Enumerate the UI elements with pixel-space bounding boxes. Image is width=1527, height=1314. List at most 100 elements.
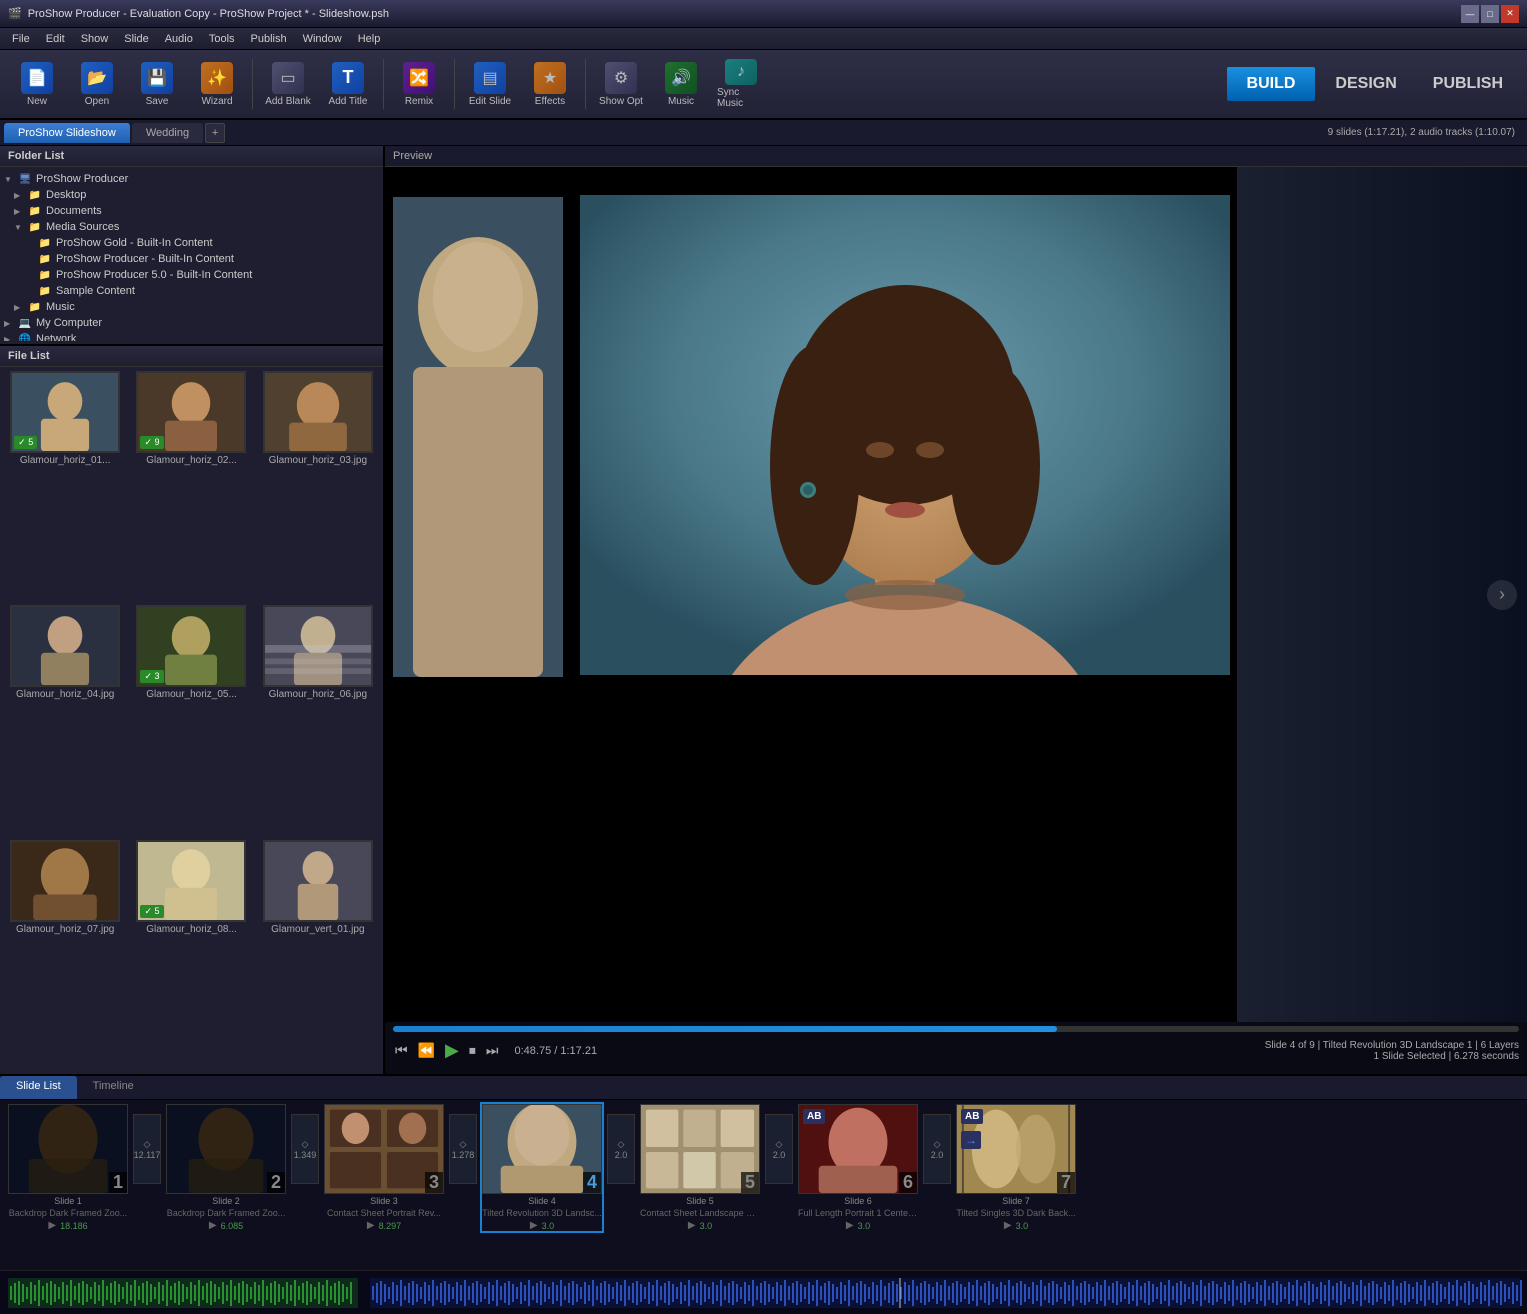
- thumb-img-03: [263, 371, 373, 453]
- spacer: ▶: [24, 239, 34, 248]
- slide-duration-4: 3.0: [542, 1221, 555, 1231]
- slide-play-icon-1[interactable]: ▶: [48, 1220, 56, 1231]
- slide-thumb-1[interactable]: 1 Slide 1 Backdrop Dark Framed Zoo... ▶ …: [8, 1104, 128, 1231]
- btn-skip-forward[interactable]: ⏭: [484, 1040, 501, 1061]
- progress-bar-fill: [393, 1026, 1057, 1032]
- slide-thumb-3[interactable]: 3 Slide 3 Contact Sheet Portrait Rev... …: [324, 1104, 444, 1231]
- thumb-img-07: [10, 840, 120, 922]
- tree-label: Music: [46, 301, 75, 313]
- menu-edit[interactable]: Edit: [38, 31, 73, 47]
- slide-transition-2-3: ◇ 1.349: [290, 1104, 320, 1194]
- slide-thumb-6[interactable]: AB 6 Slide 6 Full Length Portrait 1 Cent…: [798, 1104, 918, 1231]
- menu-window[interactable]: Window: [295, 31, 350, 47]
- minimize-button[interactable]: —: [1461, 5, 1479, 23]
- slide-thumb-4[interactable]: 4 Slide 4 Tilted Revolution 3D Landsc...…: [482, 1104, 602, 1231]
- btn-play[interactable]: ▶: [443, 1038, 461, 1063]
- tree-producer-content[interactable]: ▶ 📁 ProShow Producer - Built-In Content: [4, 251, 379, 267]
- transition-duration: 2.0: [931, 1150, 944, 1160]
- toolbar-edit-slide-label: Edit Slide: [469, 96, 511, 107]
- slide-num-4: 4: [583, 1172, 601, 1193]
- slide-label-1: Slide 1: [8, 1196, 128, 1206]
- slide-play-icon-6[interactable]: ▶: [846, 1220, 854, 1231]
- close-button[interactable]: ✕: [1501, 5, 1519, 23]
- progress-bar[interactable]: [393, 1026, 1519, 1032]
- publish-button[interactable]: PUBLISH: [1417, 67, 1519, 101]
- tree-documents[interactable]: ▶ 📁 Documents: [4, 203, 379, 219]
- build-button[interactable]: BUILD: [1227, 67, 1316, 101]
- menu-audio[interactable]: Audio: [157, 31, 201, 47]
- tree-network[interactable]: ▶ 🌐 Network: [4, 331, 379, 341]
- file-thumb-03[interactable]: Glamour_horiz_03.jpg: [257, 371, 379, 601]
- toolbar-music[interactable]: 🔊 Music: [652, 54, 710, 114]
- menu-publish[interactable]: Publish: [243, 31, 295, 47]
- menu-slide[interactable]: Slide: [116, 31, 156, 47]
- tree-proshow-producer[interactable]: ▼ 🖥 ProShow Producer: [4, 171, 379, 187]
- slide-play-icon-2[interactable]: ▶: [209, 1220, 217, 1231]
- tree-producer50-content[interactable]: ▶ 📁 ProShow Producer 5.0 - Built-In Cont…: [4, 267, 379, 283]
- slide-sublabel-1: Backdrop Dark Framed Zoo...: [8, 1208, 128, 1218]
- file-thumb-vert01[interactable]: Glamour_vert_01.jpg: [257, 840, 379, 1070]
- slide-sublabel-3: Contact Sheet Portrait Rev...: [324, 1208, 444, 1218]
- tab-proshow-slideshow[interactable]: ProShow Slideshow: [4, 123, 130, 143]
- maximize-button[interactable]: □: [1481, 5, 1499, 23]
- file-thumb-04[interactable]: Glamour_horiz_04.jpg: [4, 605, 126, 835]
- menu-file[interactable]: File: [4, 31, 38, 47]
- menu-tools[interactable]: Tools: [201, 31, 243, 47]
- file-thumb-02[interactable]: ✓ 9 Glamour_horiz_02...: [130, 371, 252, 601]
- menu-help[interactable]: Help: [350, 31, 389, 47]
- slide-transition-3-4: ◇ 1.278: [448, 1104, 478, 1194]
- slide-play-icon-5[interactable]: ▶: [688, 1220, 696, 1231]
- toolbar-add-title[interactable]: T Add Title: [319, 54, 377, 114]
- tree-music[interactable]: ▶ 📁 Music: [4, 299, 379, 315]
- tab-wedding[interactable]: Wedding: [132, 123, 203, 143]
- slide-thumb-5[interactable]: 5 Slide 5 Contact Sheet Landscape Li... …: [640, 1104, 760, 1231]
- slide-ab-badge-7: AB: [961, 1109, 983, 1124]
- toolbar: 📄 New 📂 Open 💾 Save ✨ Wizard ▭ Add Blank…: [0, 50, 1527, 120]
- toolbar-effects[interactable]: ★ Effects: [521, 54, 579, 114]
- design-button[interactable]: DESIGN: [1319, 67, 1412, 101]
- folder-tree[interactable]: ▼ 🖥 ProShow Producer ▶ 📁 Desktop ▶ 📁 Doc…: [0, 167, 383, 341]
- tree-media-sources[interactable]: ▼ 📁 Media Sources: [4, 219, 379, 235]
- slide-play-icon-7[interactable]: ▶: [1004, 1220, 1012, 1231]
- toolbar-add-blank[interactable]: ▭ Add Blank: [259, 54, 317, 114]
- tree-label: Sample Content: [56, 285, 135, 297]
- thumb-portrait-07: [12, 840, 118, 922]
- tree-mycomputer[interactable]: ▶ 💻 My Computer: [4, 315, 379, 331]
- btn-stop[interactable]: ⏹: [467, 1040, 478, 1061]
- toolbar-show-opt[interactable]: ⚙ Show Opt: [592, 54, 650, 114]
- tab-add-button[interactable]: +: [205, 123, 225, 143]
- tree-gold-content[interactable]: ▶ 📁 ProShow Gold - Built-In Content: [4, 235, 379, 251]
- btn-step-back[interactable]: ⏪: [416, 1040, 437, 1061]
- toolbar-edit-slide[interactable]: ▤ Edit Slide: [461, 54, 519, 114]
- slide-thumb-7[interactable]: AB → 7 Slide 7 Tilted Singles 3D Dark Ba…: [956, 1104, 1076, 1231]
- file-thumb-07[interactable]: Glamour_horiz_07.jpg: [4, 840, 126, 1070]
- btn-skip-back[interactable]: ⏮: [393, 1040, 410, 1061]
- slides-strip[interactable]: 1 Slide 1 Backdrop Dark Framed Zoo... ▶ …: [0, 1100, 1527, 1270]
- slide-thumb-2[interactable]: 2 Slide 2 Backdrop Dark Framed Zoo... ▶ …: [166, 1104, 286, 1231]
- toolbar-remix[interactable]: 🔀 Remix: [390, 54, 448, 114]
- toolbar-wizard[interactable]: ✨ Wizard: [188, 54, 246, 114]
- menu-show[interactable]: Show: [73, 31, 117, 47]
- tab-slide-list[interactable]: Slide List: [0, 1076, 77, 1099]
- toolbar-new[interactable]: 📄 New: [8, 54, 66, 114]
- folder-gold-icon: 📁: [38, 252, 52, 266]
- app-title: 🎬 ProShow Producer - Evaluation Copy - P…: [8, 7, 389, 20]
- waveform-blue: [370, 1278, 1522, 1308]
- slide-play-icon-4[interactable]: ▶: [530, 1220, 538, 1231]
- file-thumb-06[interactable]: Glamour_horiz_06.jpg: [257, 605, 379, 835]
- preview-area[interactable]: ›: [385, 167, 1527, 1022]
- file-thumb-01[interactable]: ✓ 5 Glamour_horiz_01...: [4, 371, 126, 601]
- toolbar-open[interactable]: 📂 Open: [68, 54, 126, 114]
- tree-sample-content[interactable]: ▶ 📁 Sample Content: [4, 283, 379, 299]
- file-thumb-05[interactable]: ✓ 3 Glamour_horiz_05...: [130, 605, 252, 835]
- tree-desktop[interactable]: ▶ 📁 Desktop: [4, 187, 379, 203]
- slide-play-icon-3[interactable]: ▶: [367, 1220, 375, 1231]
- preview-nav-arrow[interactable]: ›: [1487, 580, 1517, 610]
- slide-count-info: 9 slides (1:17.21), 2 audio tracks (1:10…: [1328, 127, 1523, 138]
- tab-timeline[interactable]: Timeline: [77, 1076, 150, 1099]
- toolbar-save[interactable]: 💾 Save: [128, 54, 186, 114]
- arrow-icon: ▶: [14, 191, 24, 200]
- toolbar-sync-music[interactable]: ♪ Sync Music: [712, 54, 770, 114]
- slide-duration-5: 3.0: [700, 1221, 713, 1231]
- file-thumb-08[interactable]: ✓ 5 Glamour_horiz_08...: [130, 840, 252, 1070]
